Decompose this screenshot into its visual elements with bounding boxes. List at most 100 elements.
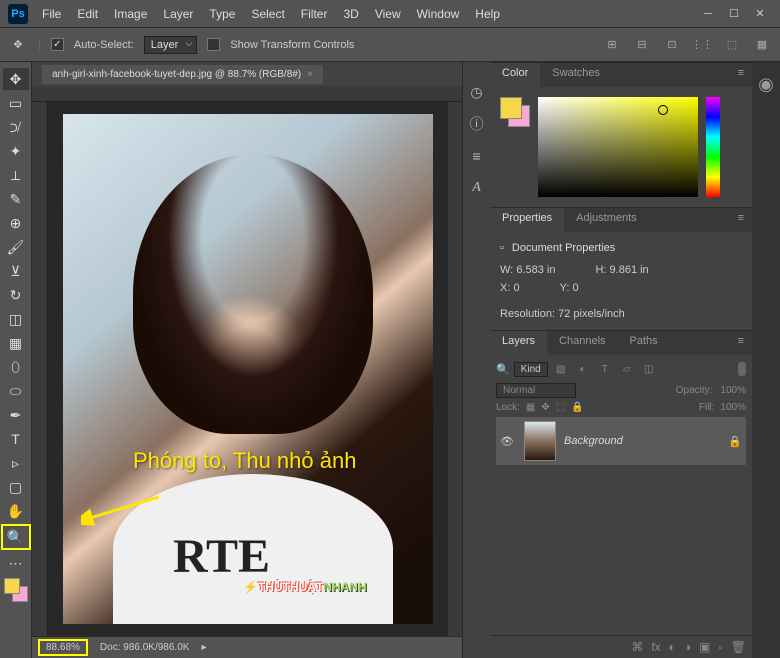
panel-menu-icon[interactable]: ≡: [730, 208, 752, 232]
menu-layer[interactable]: Layer: [155, 3, 201, 25]
tab-layers[interactable]: Layers: [490, 331, 547, 355]
move-tool[interactable]: ✥: [3, 68, 29, 90]
filter-smart-icon[interactable]: ◫: [640, 361, 658, 377]
layer-thumbnail[interactable]: [524, 421, 556, 461]
show-transform-checkbox[interactable]: [207, 38, 220, 51]
filter-type-icon[interactable]: T: [596, 361, 614, 377]
opacity-value[interactable]: 100%: [720, 385, 746, 396]
filter-shape-icon[interactable]: ▱: [618, 361, 636, 377]
ruler-horizontal: [32, 86, 462, 102]
delete-icon[interactable]: 🗑: [731, 640, 746, 654]
panel-menu-icon[interactable]: ≡: [730, 331, 752, 355]
move-tool-icon: ✥: [8, 35, 28, 55]
zoom-level[interactable]: 88.68%: [38, 639, 88, 656]
menu-select[interactable]: Select: [243, 3, 292, 25]
visibility-icon[interactable]: 👁: [500, 435, 516, 448]
menu-3d[interactable]: 3D: [335, 3, 366, 25]
filter-adjust-icon[interactable]: ◐: [574, 361, 592, 377]
fill-value[interactable]: 100%: [720, 402, 746, 413]
menu-window[interactable]: Window: [409, 3, 468, 25]
menu-file[interactable]: File: [34, 3, 69, 25]
tab-properties[interactable]: Properties: [490, 208, 564, 232]
hand-tool[interactable]: ✋: [3, 500, 29, 522]
new-layer-icon[interactable]: ▫: [719, 640, 723, 654]
close-tab-icon[interactable]: ×: [307, 69, 313, 80]
color-field[interactable]: [538, 97, 698, 197]
history-brush-tool[interactable]: ↻: [3, 284, 29, 306]
close-button[interactable]: ✕: [748, 5, 772, 23]
3d-mode-icon[interactable]: ⬚: [722, 35, 742, 55]
tab-color[interactable]: Color: [490, 63, 540, 87]
hue-slider[interactable]: [706, 97, 720, 197]
marquee-tool[interactable]: ▭: [3, 92, 29, 114]
menu-edit[interactable]: Edit: [69, 3, 106, 25]
props-title: Document Properties: [512, 242, 615, 254]
menu-help[interactable]: Help: [467, 3, 508, 25]
align-icon-2[interactable]: ⊟: [632, 35, 652, 55]
color-swatches[interactable]: [500, 97, 530, 127]
gradient-tool[interactable]: ▦: [3, 332, 29, 354]
info-panel-icon[interactable]: ⓘ: [467, 114, 487, 134]
brush-tool[interactable]: 🖌: [3, 236, 29, 258]
panel-menu-icon[interactable]: ≡: [730, 63, 752, 87]
lock-all-icon[interactable]: 🔒: [571, 402, 583, 413]
document-tab[interactable]: anh-girl-xinh-facebook-tuyet-dep.jpg @ 8…: [42, 65, 323, 84]
menu-filter[interactable]: Filter: [293, 3, 336, 25]
collapsed-panels: ◷ ⓘ ≡ A: [462, 62, 490, 658]
mask-icon[interactable]: ◐: [669, 640, 676, 654]
align-icon-3[interactable]: ⊡: [662, 35, 682, 55]
lock-position-icon[interactable]: ✥: [541, 402, 549, 413]
link-layers-icon[interactable]: ⌘: [631, 640, 643, 654]
document-tab-label: anh-girl-xinh-facebook-tuyet-dep.jpg @ 8…: [52, 69, 301, 80]
minimize-button[interactable]: ─: [696, 5, 720, 23]
paragraph-panel-icon[interactable]: A: [467, 178, 487, 198]
rectangle-tool[interactable]: ▢: [3, 476, 29, 498]
align-icon[interactable]: ⊞: [602, 35, 622, 55]
layer-lock-icon[interactable]: 🔒: [728, 435, 742, 448]
history-panel-icon[interactable]: ◷: [467, 82, 487, 102]
menu-type[interactable]: Type: [201, 3, 243, 25]
layer-row[interactable]: 👁 Background 🔒: [496, 417, 746, 465]
lock-artboard-icon[interactable]: ⬚: [556, 402, 565, 413]
type-tool[interactable]: T: [3, 428, 29, 450]
zoom-tool[interactable]: 🔍: [1, 524, 31, 550]
filter-toggle[interactable]: [738, 362, 746, 376]
menu-image[interactable]: Image: [106, 3, 155, 25]
menu-view[interactable]: View: [367, 3, 409, 25]
auto-select-dropdown[interactable]: Layer: [144, 36, 198, 54]
canvas[interactable]: RTE Phóng to, Thu nhỏ ảnh ⚡THỦTHUẬTNHANH: [48, 102, 448, 636]
clone-tool[interactable]: ⊻: [3, 260, 29, 282]
lock-pixels-icon[interactable]: ▦: [526, 402, 535, 413]
character-panel-icon[interactable]: ≡: [467, 146, 487, 166]
filter-kind-dropdown[interactable]: Kind: [514, 362, 548, 377]
eyedropper-tool[interactable]: ✎: [3, 188, 29, 210]
group-icon[interactable]: ▣: [699, 640, 710, 654]
eraser-tool[interactable]: ◫: [3, 308, 29, 330]
status-chevron-icon[interactable]: ▸: [201, 642, 206, 653]
spot-heal-tool[interactable]: ⊕: [3, 212, 29, 234]
maximize-button[interactable]: ☐: [722, 5, 746, 23]
dodge-tool[interactable]: ⬭: [3, 380, 29, 402]
tab-adjustments[interactable]: Adjustments: [564, 208, 649, 232]
workspace-icon[interactable]: ▦: [752, 35, 772, 55]
crop-tool[interactable]: ⟂: [3, 164, 29, 186]
tab-swatches[interactable]: Swatches: [540, 63, 612, 87]
path-select-tool[interactable]: ▹: [3, 452, 29, 474]
distribute-icon[interactable]: ⋮⋮: [692, 35, 712, 55]
fx-icon[interactable]: fx: [651, 640, 660, 654]
adjustment-icon[interactable]: ◑: [684, 640, 691, 654]
vertical-scrollbar[interactable]: [448, 102, 462, 636]
foreground-background-colors[interactable]: [4, 578, 28, 602]
auto-select-checkbox[interactable]: [51, 38, 64, 51]
blur-tool[interactable]: ⬯: [3, 356, 29, 378]
lasso-tool[interactable]: ⟉: [3, 116, 29, 138]
filter-search-icon[interactable]: 🔍: [496, 363, 510, 376]
pen-tool[interactable]: ✒: [3, 404, 29, 426]
tab-channels[interactable]: Channels: [547, 331, 617, 355]
tab-paths[interactable]: Paths: [618, 331, 670, 355]
edit-toolbar[interactable]: ⋯: [3, 552, 29, 574]
magic-wand-tool[interactable]: ✦: [3, 140, 29, 162]
filter-pixel-icon[interactable]: ▧: [552, 361, 570, 377]
blend-mode-dropdown[interactable]: Normal: [496, 383, 576, 398]
creative-cloud-icon[interactable]: ◉: [758, 74, 774, 95]
